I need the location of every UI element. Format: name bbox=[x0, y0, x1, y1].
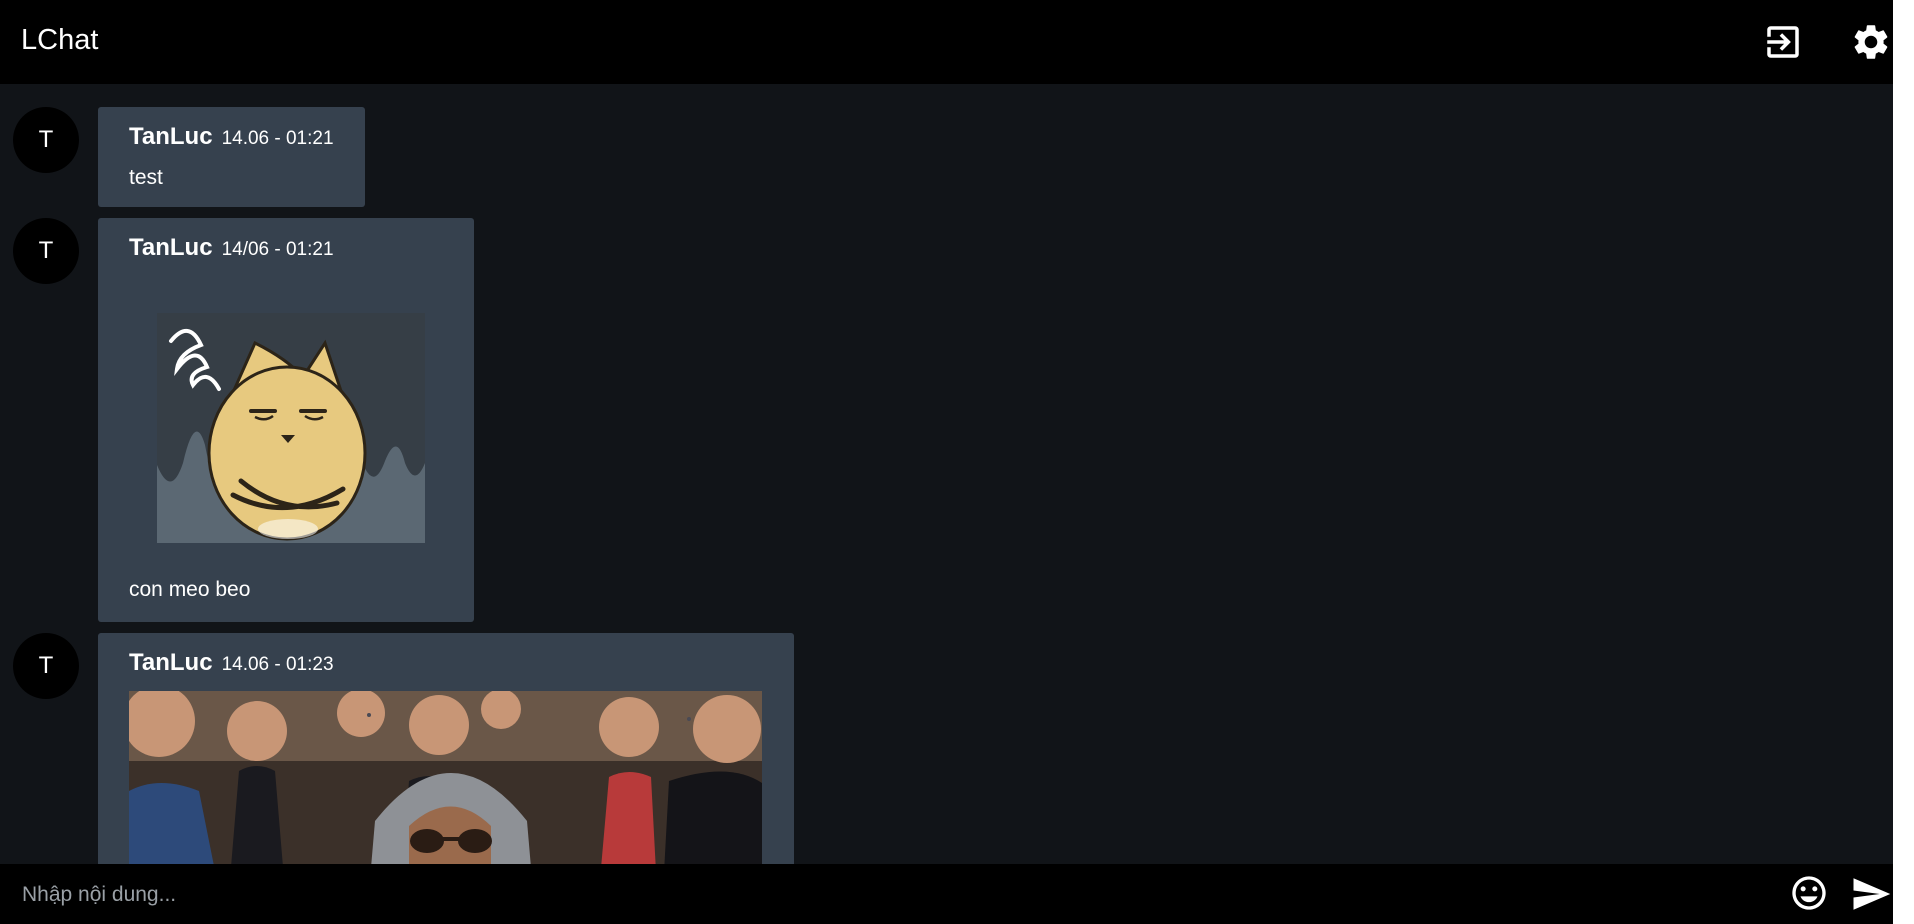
avatar: T bbox=[13, 218, 79, 284]
message-composer bbox=[0, 864, 1893, 924]
message-text: con meo beo bbox=[129, 578, 251, 601]
message-header: TanLuc 14.06 - 01:21 bbox=[129, 123, 334, 151]
app-title: LChat bbox=[21, 24, 99, 56]
send-icon[interactable] bbox=[1850, 873, 1892, 915]
message-bubble: TanLuc 14.06 - 01:23 bbox=[98, 633, 794, 864]
message-bubble: TanLuc 14.06 - 01:21 test bbox=[98, 107, 365, 207]
message-time: 14/06 - 01:21 bbox=[221, 239, 334, 260]
emoji-icon[interactable] bbox=[1789, 873, 1829, 913]
message-author: TanLuc bbox=[129, 649, 213, 676]
message-author: TanLuc bbox=[129, 234, 213, 261]
message-list[interactable]: T TanLuc 14.06 - 01:21 test T TanLuc 14/06… bbox=[0, 84, 1893, 864]
audience-gif[interactable] bbox=[129, 691, 762, 864]
gear-icon[interactable] bbox=[1850, 21, 1892, 63]
message-author: TanLuc bbox=[129, 123, 213, 150]
message-time: 14.06 - 01:23 bbox=[221, 654, 334, 675]
message-input[interactable] bbox=[20, 874, 1764, 916]
message-header: TanLuc 14.06 - 01:23 bbox=[129, 649, 334, 677]
message-text: test bbox=[129, 166, 163, 189]
main-area: LChat T TanLuc 14.06 - 01:21 test T TanL… bbox=[0, 0, 1893, 924]
logout-icon[interactable] bbox=[1762, 21, 1804, 63]
avatar: T bbox=[13, 633, 79, 699]
app-header: LChat bbox=[0, 0, 1893, 84]
grumpy-cat-sticker[interactable] bbox=[157, 313, 425, 543]
message-bubble: TanLuc 14/06 - 01:21 con meo beo bbox=[98, 218, 474, 622]
message-header: TanLuc 14/06 - 01:21 bbox=[129, 234, 334, 262]
scrollbar[interactable] bbox=[1893, 0, 1914, 924]
chat-app: LChat T TanLuc 14.06 - 01:21 test T TanL… bbox=[0, 0, 1914, 924]
avatar: T bbox=[13, 107, 79, 173]
message-time: 14.06 - 01:21 bbox=[221, 128, 334, 149]
